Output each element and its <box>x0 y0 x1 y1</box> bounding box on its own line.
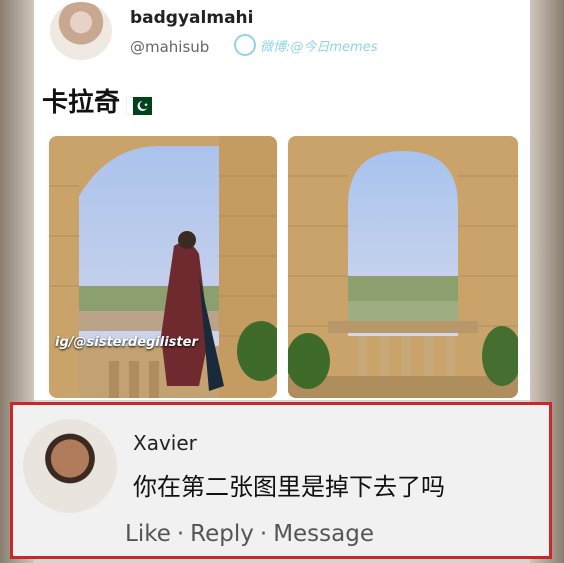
watermark: 微博:@今日memes <box>234 34 377 56</box>
image-credit: ig/@sisterdegilister <box>55 335 198 350</box>
post-text: 卡拉奇 <box>42 82 153 119</box>
highlighted-comment: Xavier 你在第二张图里是掉下去了吗 Like · Reply · Mess… <box>10 402 552 559</box>
post-image-2[interactable] <box>288 136 518 398</box>
message-button[interactable]: Message <box>273 521 374 547</box>
pakistan-flag-icon <box>125 92 153 115</box>
avatar[interactable] <box>50 2 112 60</box>
post-text-label: 卡拉奇 <box>42 88 121 118</box>
separator-dot: · <box>176 521 185 547</box>
commenter-avatar[interactable] <box>23 419 117 513</box>
post-username[interactable]: badgyalmahi <box>130 8 253 28</box>
commenter-name[interactable]: Xavier <box>133 431 197 455</box>
post-card: badgyalmahi @mahisub 微博:@今日memes 卡拉奇 ig/… <box>34 0 530 400</box>
comment-text: 你在第二张图里是掉下去了吗 <box>133 473 445 501</box>
reply-button[interactable]: Reply <box>190 521 254 547</box>
post-handle[interactable]: @mahisub <box>130 38 209 56</box>
like-button[interactable]: Like <box>125 521 171 547</box>
weibo-icon <box>234 34 256 56</box>
watermark-text: 微博:@今日memes <box>260 39 378 55</box>
post-image-1[interactable]: ig/@sisterdegilister <box>49 136 277 398</box>
separator-dot: · <box>259 521 268 547</box>
comment-actions: Like · Reply · Message <box>125 521 374 547</box>
